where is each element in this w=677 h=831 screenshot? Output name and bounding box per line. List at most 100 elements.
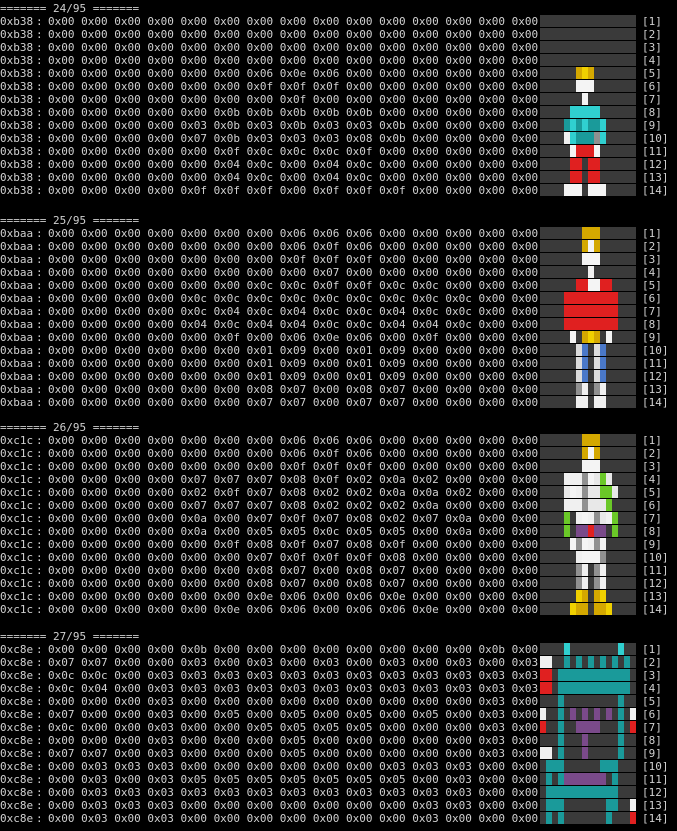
row-hex-bytes: 0x00 0x00 0x00 0x03 0x00 0x00 0x00 0x00 … — [48, 695, 572, 708]
sprite-row-preview — [540, 279, 636, 292]
dump-row: 0xb38:0x00 0x00 0x00 0x00 0x00 0x00 0x00… — [0, 41, 677, 54]
row-hex-bytes: 0x00 0x00 0x00 0x00 0x00 0x00 0x08 0x07 … — [48, 577, 572, 590]
dump-row: 0xc1c:0x00 0x00 0x00 0x00 0x0a 0x00 0x05… — [0, 525, 677, 538]
sprite-row-preview — [540, 158, 636, 171]
block-header: ======= 27/95 ======= — [0, 630, 140, 643]
row-hex-bytes: 0x00 0x00 0x00 0x00 0x07 0x07 0x07 0x08 … — [48, 499, 572, 512]
row-hex-bytes: 0x00 0x00 0x00 0x00 0x00 0x00 0x00 0x0f … — [48, 93, 572, 106]
row-label: [5] — [642, 486, 662, 499]
row-hex-bytes: 0x07 0x00 0x00 0x03 0x00 0x05 0x00 0x05 … — [48, 708, 572, 721]
row-hex-bytes: 0x00 0x00 0x00 0x00 0x00 0x0f 0x0c 0x0c … — [48, 145, 572, 158]
row-hex-bytes: 0x00 0x00 0x00 0x00 0x00 0x04 0x0c 0x00 … — [48, 158, 572, 171]
sprite-row-preview — [540, 253, 636, 266]
row-separator: : — [36, 396, 43, 409]
dump-row: 0xc8e:0x0c 0x04 0x00 0x03 0x03 0x03 0x03… — [0, 682, 677, 695]
row-label: [11] — [642, 357, 669, 370]
row-separator: : — [36, 708, 43, 721]
row-separator: : — [36, 460, 43, 473]
sprite-row-preview — [540, 318, 636, 331]
row-hex-bytes: 0x00 0x00 0x00 0x00 0x07 0x0b 0x03 0x03 … — [48, 132, 572, 145]
dump-row: 0xc8e:0x07 0x07 0x00 0x00 0x03 0x00 0x03… — [0, 656, 677, 669]
sprite-row-preview — [540, 28, 636, 41]
row-separator: : — [36, 54, 43, 67]
row-separator: : — [36, 158, 43, 171]
sprite-pixel — [630, 656, 636, 668]
sprite-pixel — [630, 525, 636, 537]
dump-row: 0xc8e:0x07 0x00 0x00 0x03 0x00 0x05 0x00… — [0, 708, 677, 721]
row-label: [9] — [642, 747, 662, 760]
row-label: [6] — [642, 80, 662, 93]
sprite-pixel — [630, 318, 636, 330]
row-separator: : — [36, 447, 43, 460]
dump-row: 0xb38:0x00 0x00 0x00 0x00 0x00 0x04 0x0c… — [0, 158, 677, 171]
row-label: [14] — [642, 396, 669, 409]
row-hex-bytes: 0x00 0x00 0x00 0x00 0x00 0x00 0x08 0x07 … — [48, 383, 572, 396]
row-hex-bytes: 0x00 0x00 0x00 0x00 0x00 0x00 0x00 0x06 … — [48, 434, 572, 447]
sprite-row-preview — [540, 15, 636, 28]
dump-row: 0xc1c:0x00 0x00 0x00 0x00 0x00 0x00 0x0e… — [0, 590, 677, 603]
sprite-pixel — [630, 799, 636, 811]
dump-row: 0xbaa:0x00 0x00 0x00 0x00 0x00 0x00 0x01… — [0, 344, 677, 357]
row-label: [7] — [642, 305, 662, 318]
row-label: [12] — [642, 786, 669, 799]
sprite-pixel — [630, 577, 636, 589]
sprite-pixel — [630, 67, 636, 79]
row-separator: : — [36, 760, 43, 773]
sprite-pixel — [630, 80, 636, 92]
row-separator: : — [36, 656, 43, 669]
sprite-row-preview — [540, 551, 636, 564]
row-hex-bytes: 0x00 0x00 0x00 0x00 0x00 0x04 0x0c 0x00 … — [48, 171, 572, 184]
sprite-row-preview — [540, 669, 636, 682]
row-label: [5] — [642, 67, 662, 80]
dump-row: 0xc8e:0x00 0x03 0x00 0x03 0x00 0x00 0x00… — [0, 812, 677, 825]
row-label: [8] — [642, 734, 662, 747]
sprite-row-preview — [540, 590, 636, 603]
row-hex-bytes: 0x00 0x00 0x00 0x00 0x04 0x0c 0x04 0x04 … — [48, 318, 572, 331]
sprite-pixel — [630, 682, 636, 694]
row-label: [10] — [642, 344, 669, 357]
row-label: [2] — [642, 656, 662, 669]
sprite-row-preview — [540, 538, 636, 551]
row-label: [6] — [642, 292, 662, 305]
dump-row: 0xbaa:0x00 0x00 0x00 0x00 0x0c 0x0c 0x0c… — [0, 292, 677, 305]
row-separator: : — [36, 67, 43, 80]
dump-row: 0xbaa:0x00 0x00 0x00 0x00 0x00 0x00 0x00… — [0, 240, 677, 253]
row-hex-bytes: 0x00 0x00 0x00 0x00 0x00 0x00 0x08 0x07 … — [48, 564, 572, 577]
sprite-row-preview — [540, 695, 636, 708]
row-separator: : — [36, 564, 43, 577]
row-hex-bytes: 0x07 0x07 0x00 0x00 0x03 0x00 0x03 0x00 … — [48, 656, 572, 669]
sprite-pixel — [630, 93, 636, 105]
row-hex-bytes: 0x00 0x00 0x00 0x00 0x0c 0x0c 0x0c 0x0c … — [48, 292, 572, 305]
sprite-pixel — [630, 499, 636, 511]
sprite-pixel — [630, 119, 636, 131]
row-label: [10] — [642, 132, 669, 145]
row-separator: : — [36, 132, 43, 145]
row-label: [8] — [642, 106, 662, 119]
row-label: [12] — [642, 370, 669, 383]
block-header: ======= 26/95 ======= — [0, 421, 140, 434]
row-hex-bytes: 0x0c 0x04 0x00 0x03 0x03 0x03 0x03 0x03 … — [48, 682, 572, 695]
row-label: [7] — [642, 512, 662, 525]
dump-row: 0xbaa:0x00 0x00 0x00 0x00 0x00 0x00 0x00… — [0, 266, 677, 279]
sprite-row-preview — [540, 145, 636, 158]
row-hex-bytes: 0x00 0x00 0x00 0x00 0x00 0x00 0x00 0x00 … — [48, 54, 572, 67]
row-label: [8] — [642, 318, 662, 331]
row-separator: : — [36, 721, 43, 734]
sprite-pixel — [630, 708, 636, 720]
row-hex-bytes: 0x00 0x00 0x00 0x00 0x00 0x00 0x07 0x07 … — [48, 396, 572, 409]
row-label: [7] — [642, 721, 662, 734]
dump-row: 0xb38:0x00 0x00 0x00 0x00 0x00 0x00 0x0f… — [0, 80, 677, 93]
sprite-row-preview — [540, 292, 636, 305]
row-separator: : — [36, 434, 43, 447]
sprite-pixel — [630, 370, 636, 382]
dump-row: 0xc1c:0x00 0x00 0x00 0x00 0x00 0x00 0x00… — [0, 434, 677, 447]
sprite-pixel — [630, 158, 636, 170]
sprite-pixel — [630, 145, 636, 157]
dump-row: 0xc1c:0x00 0x00 0x00 0x00 0x00 0x0e 0x06… — [0, 603, 677, 616]
sprite-pixel — [630, 106, 636, 118]
row-hex-bytes: 0x00 0x00 0x00 0x00 0x00 0x00 0x0c 0x0c … — [48, 279, 572, 292]
row-hex-bytes: 0x00 0x00 0x00 0x00 0x00 0x00 0x00 0x00 … — [48, 266, 572, 279]
row-separator: : — [36, 525, 43, 538]
block-header: ======= 24/95 ======= — [0, 2, 140, 15]
sprite-row-preview — [540, 119, 636, 132]
